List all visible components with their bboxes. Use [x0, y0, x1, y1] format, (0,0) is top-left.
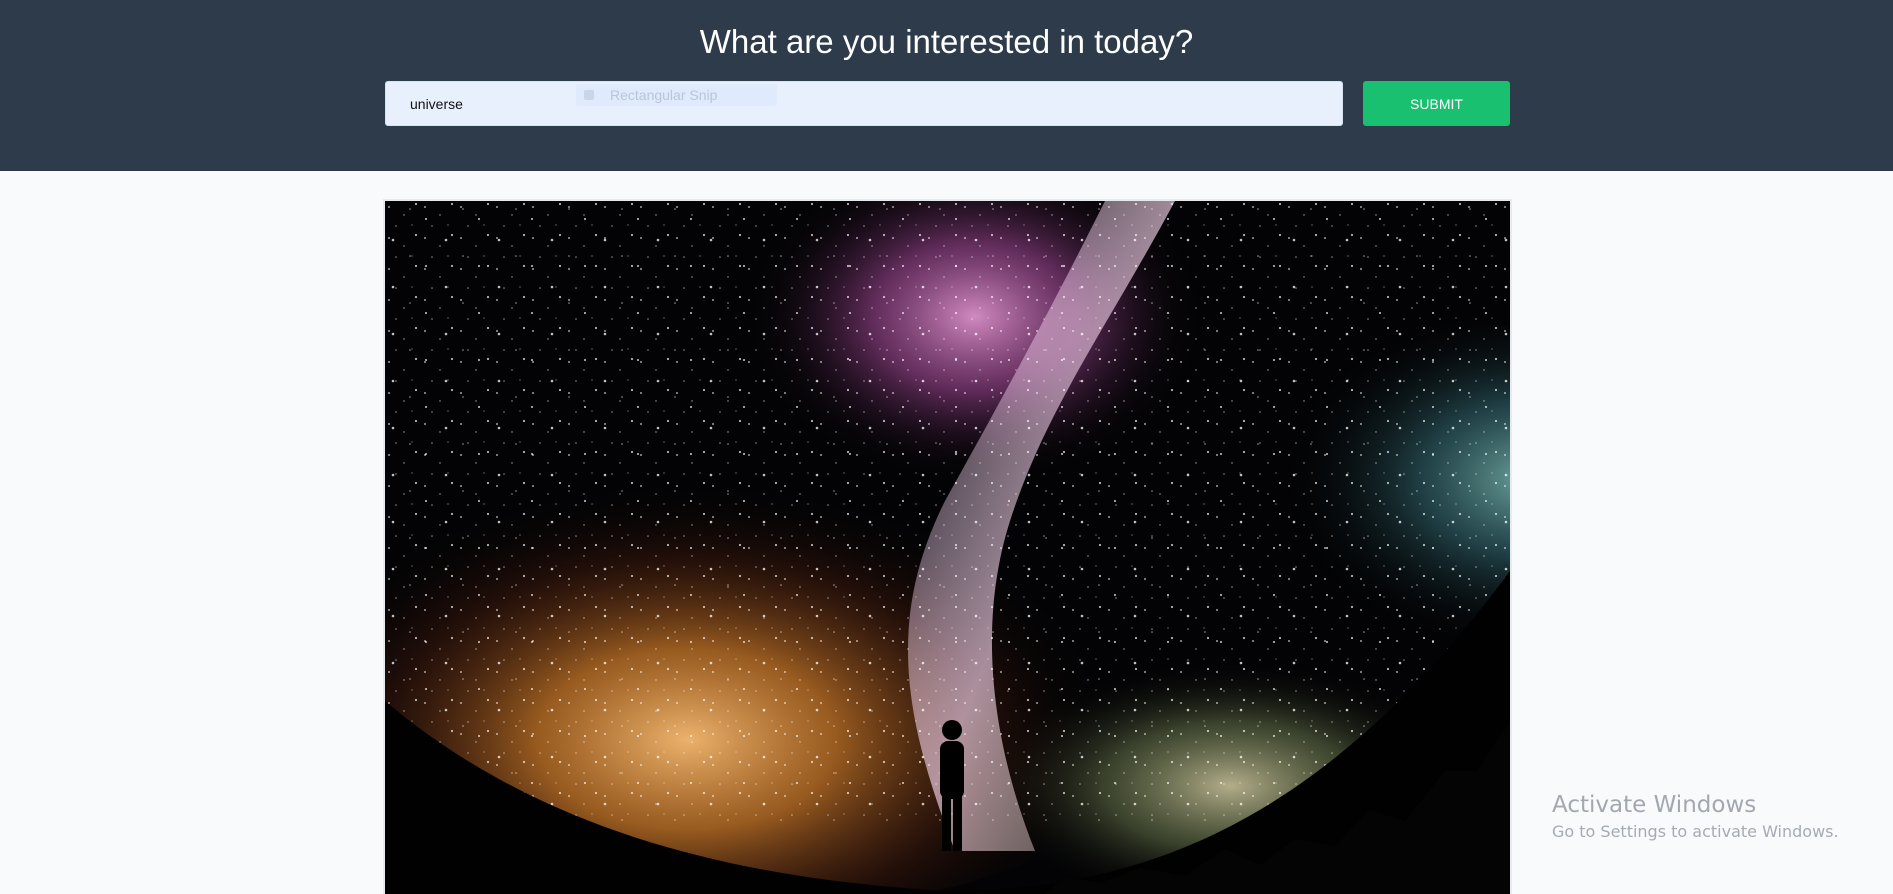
- search-input[interactable]: [385, 81, 1343, 126]
- windows-activation-watermark: Activate Windows Go to Settings to activ…: [1552, 790, 1839, 844]
- snip-tooltip-label: Rectangular Snip: [610, 87, 718, 103]
- submit-button[interactable]: SUBMIT: [1363, 81, 1510, 126]
- watermark-subtitle: Go to Settings to activate Windows.: [1552, 822, 1839, 841]
- header-bar: What are you interested in today? Rectan…: [0, 0, 1893, 171]
- starry-sky-image[interactable]: [385, 201, 1510, 894]
- page-title: What are you interested in today?: [699, 23, 1194, 60]
- watermark-title: Activate Windows: [1552, 792, 1757, 818]
- snip-icon: [584, 90, 594, 100]
- rectangular-snip-tooltip: Rectangular Snip: [576, 84, 777, 106]
